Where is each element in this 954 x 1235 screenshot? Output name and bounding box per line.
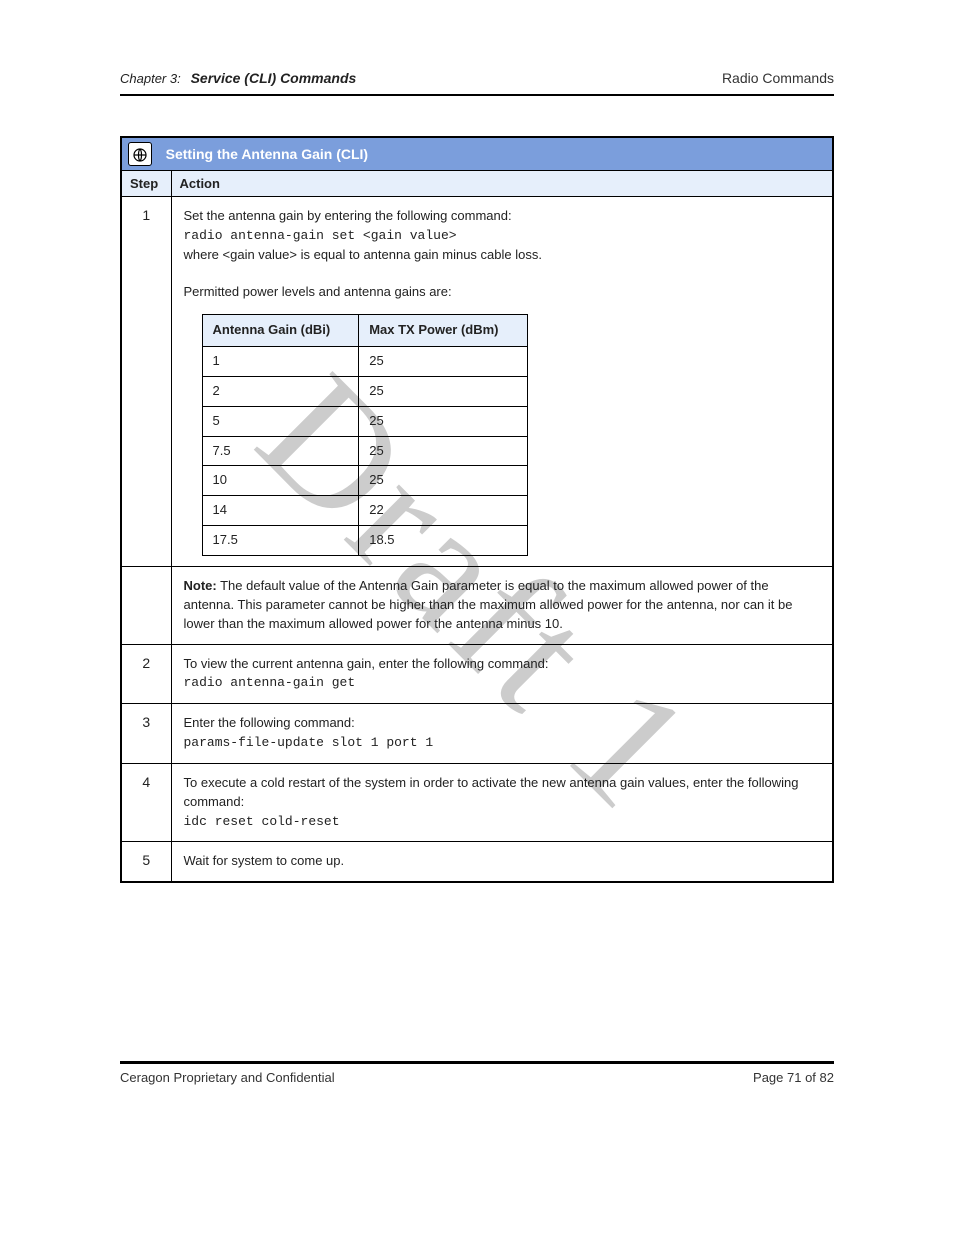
step-number: 1 — [121, 197, 171, 567]
page-section: Radio Commands — [722, 70, 834, 86]
inner-th-gain: Antenna Gain (dBi) — [202, 315, 359, 347]
inner-table-caption: Permitted power levels and antenna gains… — [184, 284, 452, 299]
cell: 25 — [359, 436, 527, 466]
cell: 25 — [359, 466, 527, 496]
action-cell: Note: The default value of the Antenna G… — [171, 566, 833, 644]
row-command: params-file-update slot 1 port 1 — [184, 735, 434, 750]
cell: 25 — [359, 376, 527, 406]
footer-rule — [120, 1061, 834, 1064]
table-row: Note: The default value of the Antenna G… — [121, 566, 833, 644]
note-text: The default value of the Antenna Gain pa… — [184, 578, 793, 631]
gain-power-table: Antenna Gain (dBi) Max TX Power (dBm) 12… — [202, 314, 528, 556]
row-hint: where <gain value> is equal to antenna g… — [184, 247, 542, 262]
row-text: To view the current antenna gain, enter … — [184, 656, 549, 671]
cell: 25 — [359, 347, 527, 377]
cell: 10 — [202, 466, 359, 496]
table-row: 3 Enter the following command: params-fi… — [121, 704, 833, 764]
row-command: radio antenna-gain set <gain value> — [184, 228, 457, 243]
step-number: 3 — [121, 704, 171, 764]
cell: 22 — [359, 496, 527, 526]
cell: 17.5 — [202, 526, 359, 556]
table-title-bar: Setting the Antenna Gain (CLI) — [121, 137, 833, 171]
action-cell: Set the antenna gain by entering the fol… — [171, 197, 833, 567]
table-row: 2 To view the current antenna gain, ente… — [121, 644, 833, 704]
step-number — [121, 566, 171, 644]
globe-icon — [128, 142, 152, 166]
table-header-row: Step Action — [121, 171, 833, 197]
chapter-title: Service (CLI) Commands — [191, 70, 357, 86]
page-header: Chapter 3: Service (CLI) Commands Radio … — [120, 70, 834, 86]
table-row: 5 Wait for system to come up. — [121, 842, 833, 882]
inner-th-power: Max TX Power (dBm) — [359, 315, 527, 347]
action-cell: Wait for system to come up. — [171, 842, 833, 882]
table-title: Setting the Antenna Gain (CLI) — [166, 146, 368, 162]
cell: 25 — [359, 406, 527, 436]
col-action-header: Action — [171, 171, 833, 197]
action-cell: Enter the following command: params-file… — [171, 704, 833, 764]
cell: 18.5 — [359, 526, 527, 556]
table-row: 4 To execute a cold restart of the syste… — [121, 763, 833, 842]
header-rule — [120, 94, 834, 96]
footer-left: Ceragon Proprietary and Confidential — [120, 1070, 335, 1085]
row-text: To execute a cold restart of the system … — [184, 775, 799, 809]
step-number: 5 — [121, 842, 171, 882]
chapter-prefix: Chapter 3: — [120, 71, 181, 86]
table-row: 1 Set the antenna gain by entering the f… — [121, 197, 833, 567]
cell: 14 — [202, 496, 359, 526]
cell: 5 — [202, 406, 359, 436]
action-cell: To view the current antenna gain, enter … — [171, 644, 833, 704]
row-command: radio antenna-gain get — [184, 675, 356, 690]
row-text: Wait for system to come up. — [184, 853, 345, 868]
cell: 1 — [202, 347, 359, 377]
col-step-header: Step — [121, 171, 171, 197]
footer-right: Page 71 of 82 — [753, 1070, 834, 1085]
cell: 2 — [202, 376, 359, 406]
row-text: Enter the following command: — [184, 715, 355, 730]
action-cell: To execute a cold restart of the system … — [171, 763, 833, 842]
row-text: Set the antenna gain by entering the fol… — [184, 208, 512, 223]
procedure-table: Setting the Antenna Gain (CLI) Step Acti… — [120, 136, 834, 883]
cell: 7.5 — [202, 436, 359, 466]
step-number: 4 — [121, 763, 171, 842]
row-command: idc reset cold-reset — [184, 814, 340, 829]
page-footer: Ceragon Proprietary and Confidential Pag… — [120, 1061, 834, 1085]
note-label: Note: — [184, 578, 217, 593]
step-number: 2 — [121, 644, 171, 704]
